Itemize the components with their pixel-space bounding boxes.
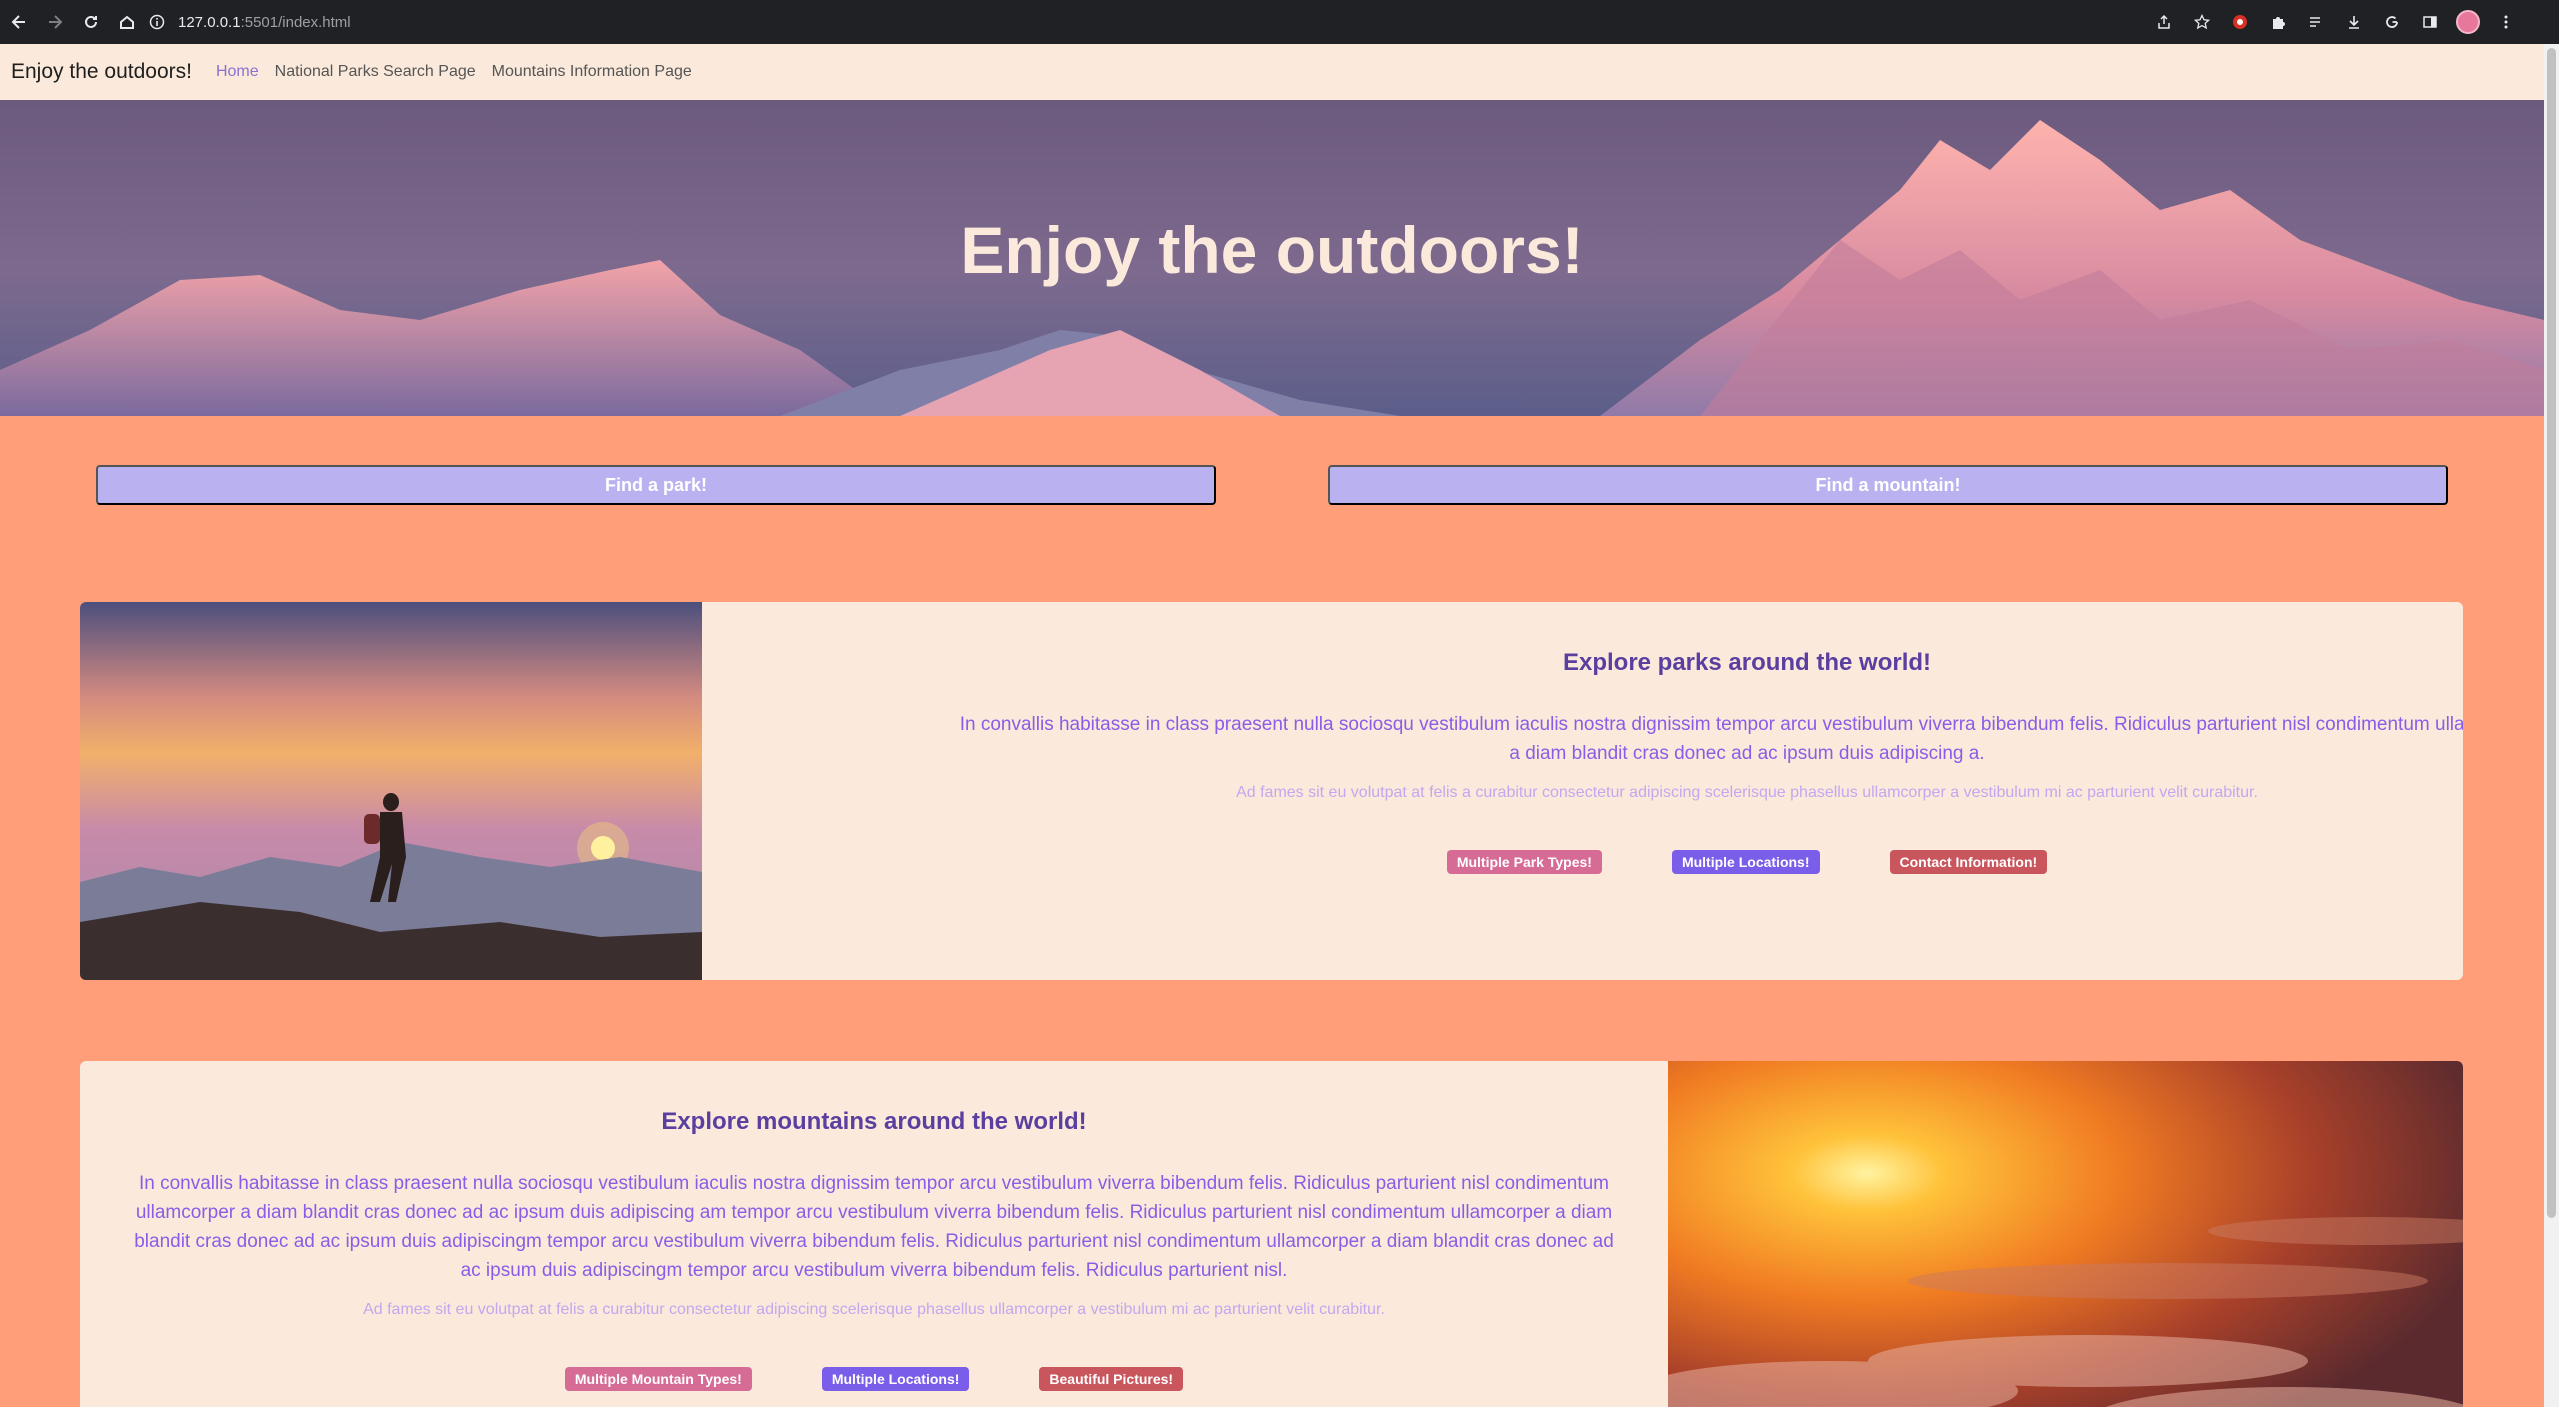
nav-link-parks-search[interactable]: National Parks Search Page xyxy=(275,63,476,81)
hiker-sunset-image xyxy=(80,602,702,980)
hero-banner: Enjoy the outdoors! xyxy=(0,100,2544,416)
parks-card-title: Explore parks around the world! xyxy=(1562,649,1932,676)
navbar-brand[interactable]: Enjoy the outdoors! xyxy=(11,60,192,84)
sunset-clouds-image xyxy=(1668,1061,2463,1407)
mountains-card-body: Explore mountains around the world! In c… xyxy=(100,1061,1648,1391)
parks-feature-card: Explore parks around the world! In conva… xyxy=(80,602,2463,980)
mountains-card-muted: Ad fames sit eu volutpat at felis a cura… xyxy=(363,1301,1385,1318)
profile-avatar[interactable] xyxy=(2453,7,2483,37)
google-g-icon[interactable] xyxy=(2377,7,2407,37)
badge-multiple-locations: Multiple Locations! xyxy=(821,1367,970,1391)
site-navbar: Enjoy the outdoors! Home National Parks … xyxy=(0,44,2544,100)
url-path: :5501/index.html xyxy=(240,13,351,31)
url-host: 127.0.0.1 xyxy=(178,13,241,31)
mountains-feature-card: Explore mountains around the world! In c… xyxy=(80,1061,2463,1407)
browser-toolbar: 127.0.0.1:5501/index.html xyxy=(0,0,2559,44)
scrollbar-thumb[interactable] xyxy=(2547,48,2556,1218)
back-icon[interactable] xyxy=(2,5,36,39)
side-panel-icon[interactable] xyxy=(2415,7,2445,37)
extension-red-icon[interactable] xyxy=(2225,7,2255,37)
reload-icon[interactable] xyxy=(74,5,108,39)
forward-icon[interactable] xyxy=(38,5,72,39)
site-info-icon[interactable] xyxy=(146,11,168,33)
home-icon[interactable] xyxy=(110,5,144,39)
badge-beautiful-pictures: Beautiful Pictures! xyxy=(1039,1367,1184,1391)
parks-card-muted: Ad fames sit eu volutpat at felis a cura… xyxy=(1236,784,2258,801)
nav-link-mountains-info[interactable]: Mountains Information Page xyxy=(492,63,692,81)
badge-multiple-mountain-types: Multiple Mountain Types! xyxy=(564,1367,752,1391)
extensions-puzzle-icon[interactable] xyxy=(2263,7,2293,37)
parks-card-lead: In convallis habitasse in class praesent… xyxy=(959,714,2463,764)
address-bar[interactable]: 127.0.0.1:5501/index.html xyxy=(146,6,2246,38)
badge-multiple-locations: Multiple Locations! xyxy=(1671,850,1820,874)
menu-kebab-icon[interactable] xyxy=(2491,7,2521,37)
parks-card-body: Explore parks around the world! In conva… xyxy=(922,602,2463,874)
find-park-button[interactable]: Find a park! xyxy=(96,465,1216,505)
find-mountain-button[interactable]: Find a mountain! xyxy=(1328,465,2448,505)
mountains-badges: Multiple Mountain Types! Multiple Locati… xyxy=(100,1367,1648,1391)
page-scrollbar[interactable] xyxy=(2544,44,2559,1407)
bookmark-star-icon[interactable] xyxy=(2187,7,2217,37)
badge-multiple-park-types: Multiple Park Types! xyxy=(1446,850,1602,874)
mountains-card-lead: In convallis habitasse in class praesent… xyxy=(134,1173,1614,1281)
download-icon[interactable] xyxy=(2339,7,2369,37)
badge-contact-information: Contact Information! xyxy=(1889,850,2048,874)
share-icon[interactable] xyxy=(2149,7,2179,37)
hero-title: Enjoy the outdoors! xyxy=(960,213,1584,287)
mountains-card-title: Explore mountains around the world! xyxy=(661,1108,1087,1135)
nav-link-home[interactable]: Home xyxy=(216,63,259,81)
reading-list-icon[interactable] xyxy=(2301,7,2331,37)
parks-badges: Multiple Park Types! Multiple Locations!… xyxy=(922,850,2463,874)
